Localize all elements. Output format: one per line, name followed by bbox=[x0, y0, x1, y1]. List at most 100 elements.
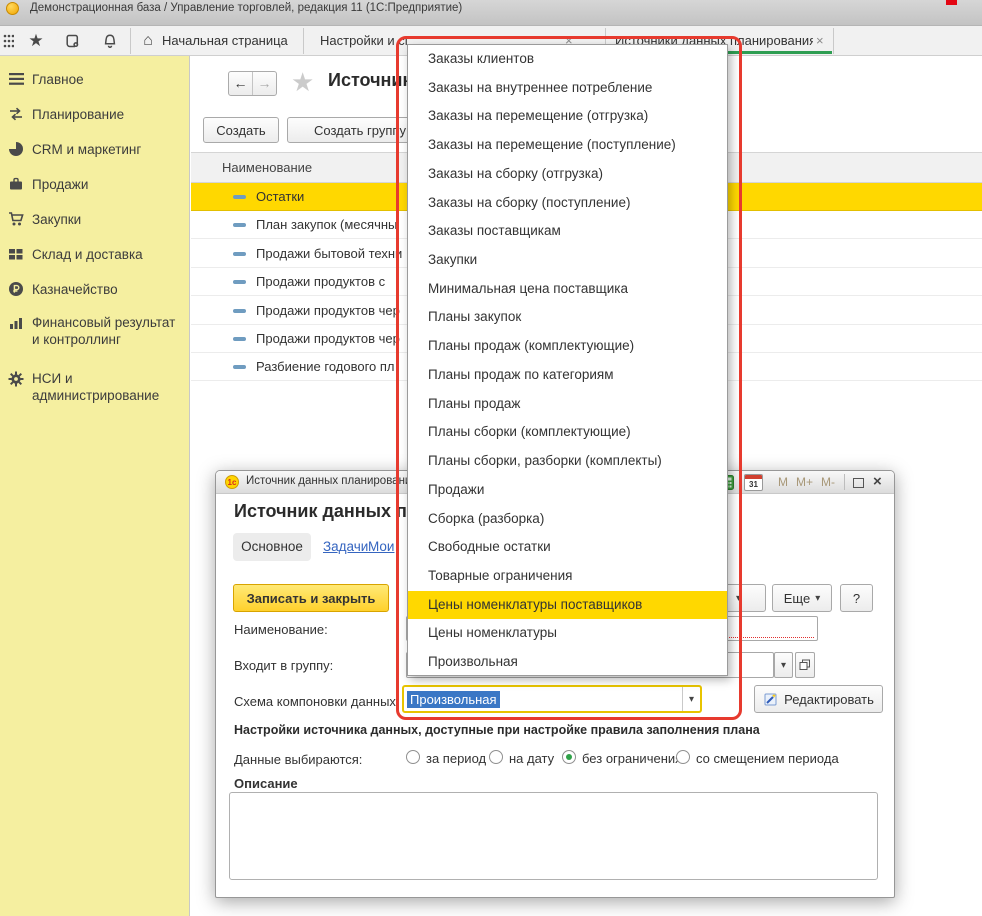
dialog-tab-main[interactable]: Основное bbox=[233, 533, 311, 561]
combo-caret-icon[interactable]: ▾ bbox=[682, 687, 700, 711]
dialog-heading: Источник данных пл bbox=[234, 501, 418, 522]
hamburger-icon bbox=[7, 70, 25, 88]
column-header-name: Наименование bbox=[222, 160, 312, 175]
group-dropdown-button[interactable]: ▾ bbox=[774, 652, 793, 678]
dropdown-item-highlighted[interactable]: Цены номенклатуры поставщиков bbox=[408, 591, 727, 620]
notifications-icon[interactable] bbox=[98, 26, 122, 56]
nav-history-buttons: ← → bbox=[228, 71, 277, 96]
item-dash-icon bbox=[233, 252, 246, 256]
scroll-icon bbox=[64, 33, 80, 49]
1c-logo-icon: 1с bbox=[225, 475, 239, 489]
name-label: Наименование: bbox=[234, 622, 328, 637]
item-dash-icon bbox=[233, 195, 246, 199]
more-button[interactable]: Еще▾ bbox=[772, 584, 832, 612]
dropdown-item[interactable]: Заказы клиентов bbox=[408, 45, 727, 74]
calc-memory-button[interactable]: M bbox=[778, 475, 788, 489]
dropdown-item[interactable]: Планы продаж по категориям bbox=[408, 361, 727, 390]
window-title: Демонстрационная база / Управление торго… bbox=[30, 2, 462, 14]
item-dash-icon bbox=[233, 280, 246, 284]
close-icon[interactable]: × bbox=[873, 473, 882, 490]
bag-icon bbox=[7, 175, 25, 193]
planning-icon bbox=[7, 105, 25, 123]
scheme-combobox[interactable]: Произвольная ▾ bbox=[402, 685, 702, 713]
titlebar-separator bbox=[844, 474, 845, 490]
forward-icon[interactable]: → bbox=[252, 72, 276, 95]
toolbar-separator bbox=[130, 28, 131, 54]
dropdown-item[interactable]: Цены номенклатуры bbox=[408, 619, 727, 648]
window-titlebar: Демонстрационная база / Управление торго… bbox=[0, 0, 982, 26]
bell-icon bbox=[102, 33, 118, 49]
description-textarea[interactable] bbox=[229, 792, 878, 880]
bar-chart-icon bbox=[7, 314, 25, 332]
calendar-icon[interactable]: 31 bbox=[744, 474, 763, 491]
description-label: Описание bbox=[234, 776, 298, 791]
data-select-label: Данные выбираются: bbox=[234, 752, 362, 767]
dropdown-item[interactable]: Планы продаж (комплектующие) bbox=[408, 332, 727, 361]
tab-settings[interactable]: Настройки и справочники bbox=[320, 26, 408, 56]
radio-bez-ogranicheniya[interactable] bbox=[562, 750, 576, 764]
scheme-value: Произвольная bbox=[407, 691, 500, 708]
cart-icon bbox=[7, 210, 25, 228]
favorites-icon[interactable]: ★ bbox=[24, 26, 48, 56]
open-icon bbox=[799, 659, 811, 671]
dropdown-item[interactable]: Планы сборки, разборки (комплекты) bbox=[408, 447, 727, 476]
dropdown-item[interactable]: Товарные ограничения bbox=[408, 562, 727, 591]
create-button[interactable]: Создать bbox=[203, 117, 279, 143]
dropdown-item[interactable]: Заказы на внутреннее потребление bbox=[408, 74, 727, 103]
home-icon[interactable]: ⌂ bbox=[138, 26, 158, 56]
dialog-tab-notes[interactable]: Мои bbox=[368, 539, 394, 554]
item-dash-icon bbox=[233, 337, 246, 341]
caret-down-icon: ▾ bbox=[815, 593, 820, 604]
edit-scheme-button[interactable]: Редактировать bbox=[754, 685, 883, 713]
ruble-coin-icon bbox=[7, 280, 25, 298]
section-panel: Главное Планирование CRM и маркетинг Про… bbox=[0, 56, 190, 916]
dropdown-item[interactable]: Произвольная bbox=[408, 648, 727, 676]
group-open-button[interactable] bbox=[795, 652, 815, 678]
tab-home[interactable]: Начальная страница bbox=[162, 26, 288, 56]
scheme-dropdown-list: Заказы клиентов Заказы на внутреннее пот… bbox=[407, 44, 728, 676]
radio-za-period[interactable] bbox=[406, 750, 420, 764]
dropdown-item[interactable]: Заказы на сборку (отгрузка) bbox=[408, 160, 727, 189]
dropdown-item[interactable]: Продажи bbox=[408, 476, 727, 505]
dots-grid-icon bbox=[3, 34, 14, 48]
item-dash-icon bbox=[233, 365, 246, 369]
window-close-button-fragment[interactable] bbox=[946, 0, 957, 5]
favorite-star-icon[interactable]: ★ bbox=[291, 67, 314, 98]
dialog-tab-tasks[interactable]: Задачи bbox=[323, 539, 368, 554]
pie-chart-icon bbox=[7, 140, 25, 158]
item-dash-icon bbox=[233, 309, 246, 313]
maximize-icon[interactable] bbox=[853, 478, 864, 488]
dropdown-item[interactable]: Заказы на перемещение (отгрузка) bbox=[408, 102, 727, 131]
dropdown-item[interactable]: Сборка (разборка) bbox=[408, 505, 727, 534]
radio-so-smescheniem[interactable] bbox=[676, 750, 690, 764]
dropdown-item[interactable]: Планы продаж bbox=[408, 390, 727, 419]
dropdown-item[interactable]: Заказы на сборку (поступление) bbox=[408, 189, 727, 218]
gear-icon bbox=[7, 370, 25, 388]
dropdown-item[interactable]: Планы сборки (комплектующие) bbox=[408, 418, 727, 447]
grid-icon bbox=[7, 245, 25, 263]
save-close-button[interactable]: Записать и закрыть bbox=[233, 584, 389, 612]
dialog-title: Источник данных планирования: bbox=[246, 475, 421, 487]
service-menu-icon[interactable] bbox=[0, 26, 16, 56]
dropdown-item[interactable]: Заказы поставщикам bbox=[408, 217, 727, 246]
tab-separator bbox=[303, 28, 304, 54]
item-dash-icon bbox=[233, 223, 246, 227]
edit-wand-icon bbox=[763, 691, 779, 707]
dropdown-item[interactable]: Минимальная цена поставщика bbox=[408, 275, 727, 304]
app-window: Демонстрационная база / Управление торго… bbox=[0, 0, 982, 916]
help-button[interactable]: ? bbox=[840, 584, 873, 612]
dropdown-item[interactable]: Заказы на перемещение (поступление) bbox=[408, 131, 727, 160]
radio-na-datu[interactable] bbox=[489, 750, 503, 764]
settings-section-header: Настройки источника данных, доступные пр… bbox=[234, 723, 760, 737]
dropdown-item[interactable]: Свободные остатки bbox=[408, 533, 727, 562]
scheme-label: Схема компоновки данных: bbox=[234, 694, 400, 709]
group-label: Входит в группу: bbox=[234, 658, 333, 673]
dropdown-item[interactable]: Планы закупок bbox=[408, 303, 727, 332]
calc-memory-plus-button[interactable]: M+ bbox=[796, 475, 813, 489]
back-icon[interactable]: ← bbox=[229, 72, 252, 95]
history-icon[interactable] bbox=[60, 26, 84, 56]
caret-down-icon: ▾ bbox=[736, 593, 741, 604]
calc-memory-minus-button[interactable]: M- bbox=[821, 475, 835, 489]
dropdown-item[interactable]: Закупки bbox=[408, 246, 727, 275]
tab-separator bbox=[833, 28, 834, 54]
